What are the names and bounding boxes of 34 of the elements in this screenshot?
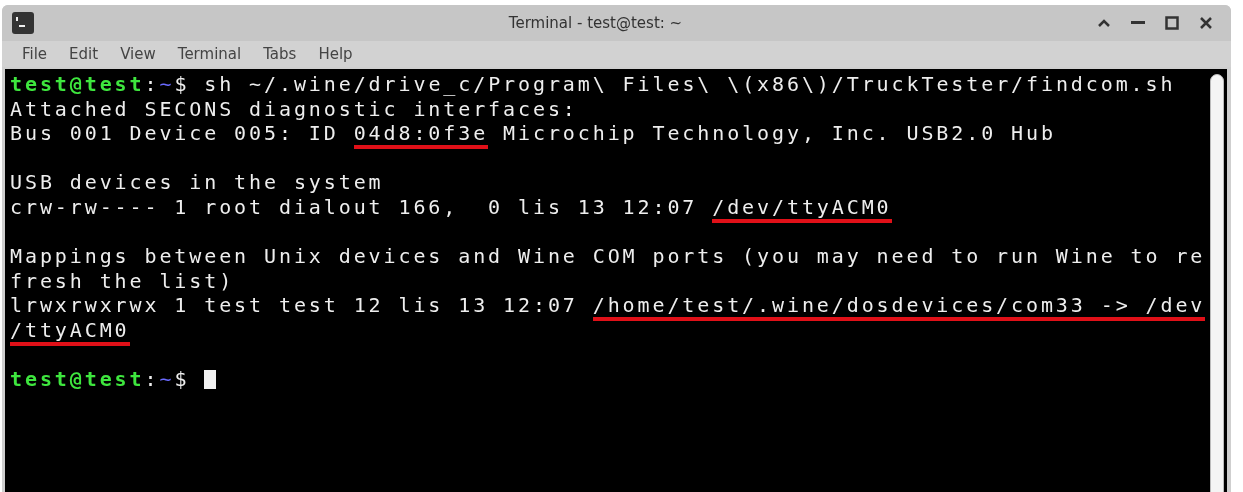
terminal-text: $ sh ~/.wine/drive_c/Program\ Files\ \(x86\)/TruckTester/findcom.sh	[174, 72, 1176, 97]
prompt-path: ~	[159, 72, 175, 97]
prompt-path: ~	[159, 367, 175, 392]
window-title: Terminal - test@test: ~	[507, 14, 684, 32]
close-icon[interactable]	[1199, 16, 1213, 30]
terminal-text: Mappings between Unix devices and Wine COM ports (you may need to run Wine to re	[10, 244, 1206, 269]
scrollbar[interactable]	[1210, 74, 1224, 492]
menu-item[interactable]: Terminal	[177, 45, 242, 63]
terminal-text: fresh the list)	[10, 268, 235, 294]
terminal-text: lrwxrwxrwx 1 test test 12 lis 13 12:07	[10, 293, 579, 318]
prompt-user: test@test	[10, 367, 145, 392]
terminal-icon	[12, 12, 34, 34]
prompt-user: test@test	[10, 72, 145, 97]
text-cursor	[204, 370, 217, 390]
terminal-text: Bus 001 Device 005: ID	[10, 121, 340, 146]
menu-item[interactable]: File	[22, 45, 48, 63]
prompt-separator: :	[144, 367, 160, 392]
menu-item[interactable]: Help	[318, 45, 353, 63]
minimize-icon[interactable]	[1131, 21, 1145, 25]
underlined-text: 04d8:0f3e	[353, 121, 489, 150]
menu-item[interactable]: Tabs	[263, 45, 297, 63]
maximize-icon[interactable]	[1165, 16, 1179, 30]
caret-up-icon[interactable]	[1097, 18, 1111, 28]
underlined-text: /dev/ttyACM0	[712, 194, 892, 223]
terminal-text: Microchip Technology, Inc. USB2.0 Hub	[502, 121, 1056, 146]
prompt-separator: :	[144, 72, 160, 97]
underlined-text: /home/test/.wine/dosdevices/com33 -> /dev	[592, 293, 1206, 322]
terminal-text: $	[174, 367, 191, 392]
terminal-text: Attached SECONS diagnostic interfaces:	[10, 96, 578, 122]
menu-item[interactable]: Edit	[69, 45, 99, 63]
terminal-text: crw-rw---- 1 root dialout 166, 0 lis 13 12:07	[10, 194, 699, 220]
underlined-text: /ttyACM0	[10, 317, 130, 346]
menu-item[interactable]: View	[120, 45, 156, 63]
terminal-text: USB devices in the system	[10, 170, 384, 195]
